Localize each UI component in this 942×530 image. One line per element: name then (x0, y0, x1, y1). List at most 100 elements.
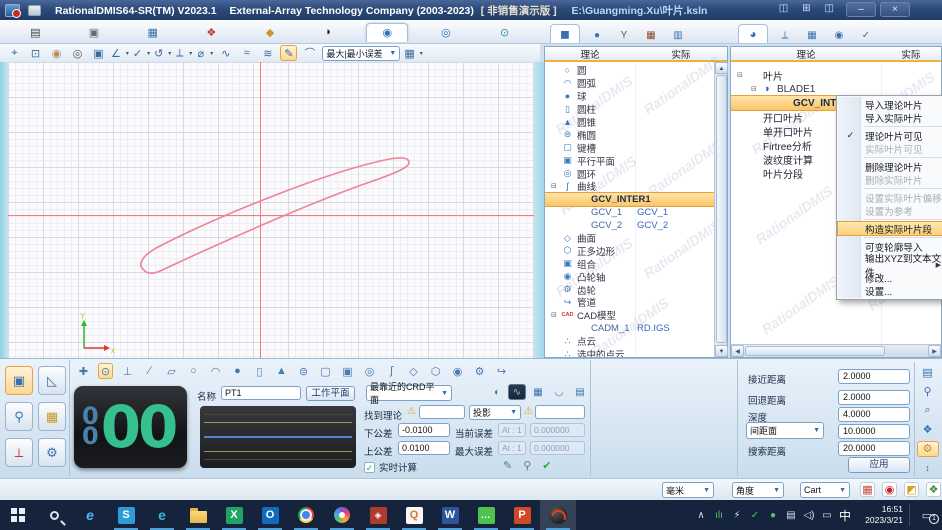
taskbar-app[interactable]: e (144, 500, 180, 530)
context-menu-item[interactable]: 设置为参考 (838, 204, 942, 217)
dual-monitor-icon[interactable]: ◫ (779, 3, 788, 14)
blade-panel-tab[interactable]: ✓ (856, 27, 876, 43)
toolbar-icon[interactable]: ✎ (280, 45, 297, 61)
feature-type-button[interactable]: ◉ (450, 363, 465, 379)
ribbon-tab[interactable]: ⊙ (484, 23, 526, 42)
ribbon-tab[interactable]: ❖ (190, 23, 232, 42)
feature-type-button[interactable]: ▢ (318, 363, 333, 379)
feature-type-button[interactable]: ▲ (274, 363, 289, 379)
tree-item[interactable]: ◠ 圆弧 (545, 77, 714, 90)
context-menu-item[interactable]: 构造实际叶片段 (838, 222, 942, 235)
toolbar-icon[interactable]: ▣ (90, 45, 107, 61)
tray-icon[interactable]: ∧ (695, 510, 707, 521)
mode-button[interactable]: ⚙ (38, 438, 66, 467)
tree-item[interactable]: ↪ 管道 (545, 296, 714, 309)
context-menu-item[interactable] (864, 157, 942, 158)
evaluation-tab[interactable]: ◖ (487, 384, 505, 400)
clearance-plane-dropdown[interactable]: 间距面▼ (746, 422, 824, 439)
toolbar-icon[interactable]: ≈ (238, 45, 255, 61)
toolbar-icon[interactable]: ⌒ (301, 45, 318, 61)
display-options-icon[interactable]: ▦ (404, 45, 422, 61)
taskbar-app[interactable]: ◈ (360, 500, 396, 530)
tree-item[interactable]: ▢ 键槽 (545, 141, 714, 154)
retract-distance-field[interactable]: 2.0000 (838, 390, 910, 405)
titlebar-menu-icon[interactable] (28, 5, 41, 16)
taskbar-app[interactable]: X (216, 500, 252, 530)
feature-panel-tab[interactable]: ◼ (550, 24, 580, 43)
status-icon[interactable]: ◩ (904, 482, 919, 497)
tree-item[interactable]: ⊟ CAD CAD模型 (545, 309, 714, 322)
projection-target-field[interactable] (535, 405, 585, 419)
context-menu-item[interactable] (864, 126, 942, 127)
side-tool-icon[interactable]: ⚙ (917, 441, 939, 457)
status-icon[interactable]: ❖ (926, 482, 941, 497)
tree-item[interactable]: ▣ 平行平面 (545, 154, 714, 167)
layout-icon[interactable]: ⊞ (802, 3, 810, 14)
tree-item[interactable]: ∴ 点云 (545, 335, 714, 348)
feature-name-input[interactable] (221, 386, 301, 400)
toolbar-icon[interactable]: ∠ (111, 45, 129, 61)
vertical-scrollbar[interactable]: ▲ ▼ (714, 62, 727, 357)
feature-type-button[interactable]: ● (230, 363, 245, 379)
expander-icon[interactable]: ⊟ (737, 71, 747, 79)
feature-panel-tab[interactable]: ▥ (668, 27, 688, 43)
context-menu-item[interactable]: 导入理论叶片 (838, 98, 942, 111)
taskbar-app[interactable]: e (72, 500, 108, 530)
taskbar-app[interactable] (180, 500, 216, 530)
side-tool-icon[interactable]: ⌕ (917, 403, 939, 419)
tree-item[interactable]: ⊟ ʃ 曲线 (545, 180, 714, 193)
tree-item[interactable]: GCV_INTER1 (545, 193, 714, 206)
mode-button[interactable]: ▦ (38, 402, 66, 431)
ime-indicator[interactable]: 中 (839, 507, 851, 524)
tree-item[interactable]: ● 球 (545, 90, 714, 103)
blade-panel-tab[interactable]: ◉ (829, 27, 849, 43)
tray-icon[interactable]: ▭ (821, 510, 833, 521)
tree-item[interactable]: ⊟ 叶片 (731, 68, 941, 82)
tray-icon[interactable]: ● (767, 510, 779, 521)
ribbon-tab[interactable]: ▦ (132, 23, 174, 42)
graphics-viewport[interactable]: Y x (8, 62, 534, 358)
start-button[interactable] (0, 500, 36, 530)
context-menu-item[interactable]: 修改... (838, 271, 942, 284)
scrollbar-thumb[interactable] (716, 75, 727, 343)
evaluation-tab[interactable]: ▦ (529, 384, 547, 400)
expander-icon[interactable]: ⊟ (551, 182, 561, 190)
error-mode-dropdown[interactable]: 最大|最小误差▼ (322, 46, 400, 61)
toolbar-icon[interactable]: ↺ (154, 45, 171, 61)
angle-dropdown[interactable]: 角度▼ (732, 482, 784, 498)
tree-item[interactable]: ∴ 选中的点云 (545, 348, 714, 357)
feature-type-button[interactable]: ↪ (494, 363, 509, 379)
tree-item[interactable]: CADM_1 RD.IGS (545, 322, 714, 335)
tree-item[interactable]: ◎ 圆环 (545, 167, 714, 180)
feature-type-button[interactable]: ∕ (142, 363, 157, 379)
toolbar-icon[interactable]: ≋ (259, 45, 276, 61)
coord-system-dropdown[interactable]: Cart▼ (800, 482, 850, 498)
evaluation-action-icon[interactable]: ⚲ (523, 459, 531, 472)
feature-type-button[interactable]: ▯ (252, 363, 267, 379)
context-menu-item[interactable]: 输出XYZ到文本文件 ▶ (838, 258, 942, 271)
evaluation-tab[interactable]: ∿ (508, 384, 526, 400)
tree-item[interactable]: ◉ 凸轮轴 (545, 270, 714, 283)
taskbar-app[interactable]: P (504, 500, 540, 530)
tree-item[interactable]: ○ 圆 (545, 64, 714, 77)
realtime-calc-checkbox[interactable]: ✓ (364, 462, 375, 473)
feature-type-button[interactable]: ◎ (362, 363, 377, 379)
tree-item[interactable]: ⊜ 椭圆 (545, 128, 714, 141)
ribbon-tab[interactable]: ◆ (249, 23, 291, 42)
lower-tolerance-input[interactable] (398, 423, 450, 437)
taskbar-app[interactable]: Q (396, 500, 432, 530)
scroll-up-arrow[interactable]: ▲ (715, 62, 728, 74)
evaluation-tab[interactable]: ◡ (550, 384, 568, 400)
minimize-button[interactable]: – (846, 2, 876, 17)
context-menu-item[interactable]: 删除理论叶片 (838, 160, 942, 173)
scroll-down-arrow[interactable]: ▼ (715, 345, 728, 357)
feature-type-button[interactable]: ○ (186, 363, 201, 379)
tree-item[interactable]: ⬡ 正多边形 (545, 244, 714, 257)
status-icon[interactable]: ◉ (882, 482, 897, 497)
status-icon[interactable]: ▦ (860, 482, 875, 497)
tray-icon[interactable]: ✓ (749, 510, 761, 521)
feature-type-button[interactable]: ⊜ (296, 363, 311, 379)
probe-monitor-icon[interactable]: ◫ (825, 3, 834, 14)
scroll-left-arrow[interactable]: ◀ (731, 345, 744, 357)
taskbar-app[interactable]: O (252, 500, 288, 530)
